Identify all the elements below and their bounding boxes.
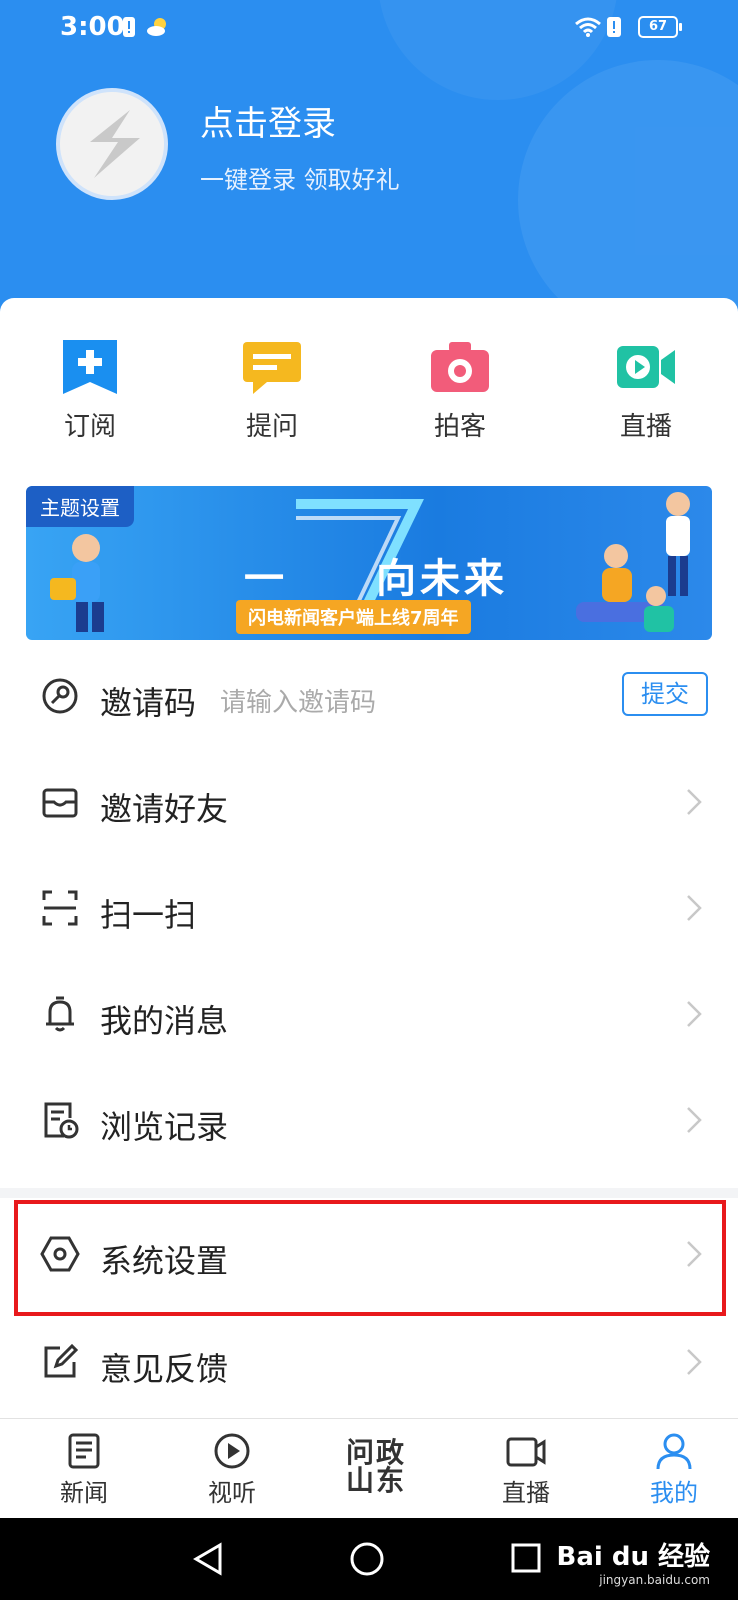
menu-item-label: 扫一扫 bbox=[100, 896, 197, 934]
lightning-logo-icon bbox=[60, 92, 164, 196]
banner-headline-left: 一 bbox=[244, 556, 286, 602]
status-time: 3:00 bbox=[60, 12, 125, 42]
quick-action-label: 订阅 bbox=[63, 412, 116, 442]
wenzheng-logo: 问政山东 bbox=[345, 1436, 406, 1497]
avatar[interactable] bbox=[56, 88, 168, 200]
menu-item-label: 邀请好友 bbox=[100, 790, 229, 828]
live-video-icon bbox=[617, 346, 675, 388]
tab-label: 我的 bbox=[650, 1479, 698, 1507]
key-icon bbox=[42, 678, 78, 714]
chevron-right-icon bbox=[687, 1001, 702, 1027]
quick-action-camera[interactable]: 拍客 bbox=[400, 336, 520, 443]
menu-item-history[interactable]: 浏览记录 bbox=[0, 1068, 738, 1172]
menu-item-label: 我的消息 bbox=[100, 1002, 229, 1040]
quick-action-label: 直播 bbox=[619, 412, 672, 442]
play-icon bbox=[214, 1433, 250, 1469]
invite-code-input[interactable]: 请输入邀请码 bbox=[220, 682, 376, 719]
tab-wenzheng[interactable]: 问政山东 bbox=[316, 1419, 436, 1519]
bell-icon bbox=[46, 996, 74, 1032]
menu-item-label: 意见反馈 bbox=[100, 1350, 229, 1388]
tab-label: 直播 bbox=[502, 1479, 550, 1507]
submit-button[interactable]: 提交 bbox=[622, 672, 708, 716]
login-title[interactable]: 点击登录 bbox=[200, 96, 336, 145]
menu-item-label: 浏览记录 bbox=[100, 1108, 229, 1146]
banner-headline: 向未来 bbox=[376, 556, 508, 602]
back-icon[interactable] bbox=[192, 1542, 224, 1576]
invite-code-label: 邀请码 bbox=[100, 684, 197, 722]
quick-action-label: 提问 bbox=[245, 412, 298, 442]
section-divider bbox=[0, 1188, 738, 1198]
tab-label: 视听 bbox=[208, 1479, 256, 1507]
quick-actions: 订阅 提问 拍客 直播 bbox=[0, 336, 738, 456]
home-icon[interactable] bbox=[350, 1542, 384, 1576]
tab-news[interactable]: 新闻 bbox=[24, 1419, 144, 1519]
chevron-right-icon bbox=[687, 1107, 702, 1133]
sim-alert-icon bbox=[607, 17, 621, 37]
system-navigation-bar: Bai du 经验 jingyan.baidu.com bbox=[0, 1518, 738, 1600]
profile-header: 3:00 67 点击登录 一键登录 领取好礼 bbox=[0, 0, 738, 330]
subscribe-icon bbox=[63, 340, 117, 394]
quick-action-label: 拍客 bbox=[433, 412, 486, 442]
alert-icon bbox=[123, 17, 135, 37]
chevron-right-icon bbox=[687, 789, 702, 815]
tab-profile[interactable]: 我的 bbox=[614, 1419, 734, 1519]
header-decoration bbox=[518, 60, 738, 330]
history-icon bbox=[44, 1102, 79, 1139]
tab-live[interactable]: 直播 bbox=[466, 1419, 586, 1519]
login-subtitle[interactable]: 一键登录 领取好礼 bbox=[200, 160, 400, 195]
chevron-right-icon bbox=[687, 1349, 702, 1375]
banner-illustration bbox=[50, 534, 104, 632]
scan-icon bbox=[42, 890, 78, 926]
wifi-icon bbox=[575, 17, 601, 37]
banner-tag: 主题设置 bbox=[26, 486, 134, 527]
quick-action-subscribe[interactable]: 订阅 bbox=[30, 336, 150, 443]
tab-label: 新闻 bbox=[60, 1479, 108, 1507]
menu-item-messages[interactable]: 我的消息 bbox=[0, 962, 738, 1066]
watermark-url: jingyan.baidu.com bbox=[599, 1573, 710, 1587]
banner-illustration bbox=[576, 492, 690, 632]
invite-friends-icon bbox=[42, 788, 78, 818]
live-icon bbox=[506, 1437, 546, 1467]
menu-item-feedback[interactable]: 意见反馈 bbox=[0, 1310, 738, 1414]
menu-item-scan[interactable]: 扫一扫 bbox=[0, 856, 738, 960]
quick-action-question[interactable]: 提问 bbox=[212, 336, 332, 443]
tab-video[interactable]: 视听 bbox=[172, 1419, 292, 1519]
chevron-right-icon bbox=[687, 895, 702, 921]
theme-banner[interactable]: 主题设置 一 向未来 闪电新闻客户端上线7周年 bbox=[26, 486, 712, 640]
status-bar: 3:00 67 bbox=[0, 0, 738, 56]
highlight-annotation bbox=[14, 1200, 726, 1316]
question-icon bbox=[243, 342, 301, 394]
recents-icon[interactable] bbox=[510, 1542, 542, 1574]
watermark: Bai du 经验 jingyan.baidu.com bbox=[557, 1536, 711, 1587]
main-card: 订阅 提问 拍客 直播 主题设置 一 向未来 闪电新闻客户端上线7周年 邀请码 … bbox=[0, 298, 738, 1188]
invite-code-row: 邀请码 请输入邀请码 提交 bbox=[0, 644, 738, 748]
battery-indicator: 67 bbox=[638, 16, 682, 38]
profile-icon bbox=[656, 1433, 692, 1470]
weather-icon bbox=[147, 18, 166, 36]
feedback-icon bbox=[44, 1343, 79, 1378]
bottom-tab-bar: 新闻 视听 问政山东 直播 我的 bbox=[0, 1418, 738, 1518]
quick-action-live[interactable]: 直播 bbox=[586, 336, 706, 443]
watermark-brand: Bai du 经验 bbox=[556, 1542, 711, 1572]
news-icon bbox=[68, 1433, 100, 1469]
camera-icon bbox=[431, 342, 489, 392]
banner-ribbon: 闪电新闻客户端上线7周年 bbox=[236, 600, 471, 634]
menu-item-invite-friends[interactable]: 邀请好友 bbox=[0, 750, 738, 854]
